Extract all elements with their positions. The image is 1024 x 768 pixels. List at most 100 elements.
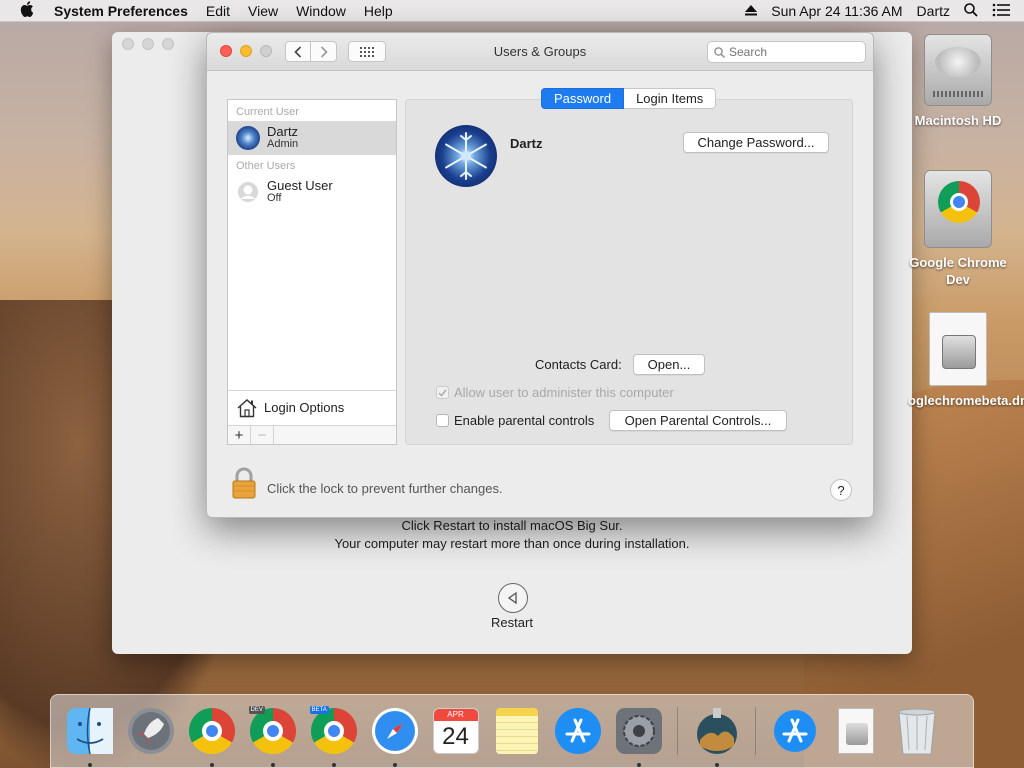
restart-label[interactable]: Restart [482, 615, 542, 630]
running-indicator [331, 763, 336, 767]
dock-safari[interactable] [368, 704, 422, 767]
chrome-icon [188, 708, 235, 754]
parental-controls-checkbox[interactable] [436, 414, 449, 427]
spotlight-search-icon[interactable] [964, 2, 978, 20]
dock-finder[interactable] [63, 704, 117, 767]
menu-window[interactable]: Window [296, 3, 346, 19]
allow-admin-row: Allow user to administer this computer [436, 385, 674, 400]
menu-bar: System Preferences Edit View Window Help… [0, 0, 1024, 22]
macos-installer-icon [696, 708, 737, 754]
beta-badge: BETA [309, 706, 329, 714]
parental-controls-row: Enable parental controls [436, 413, 594, 428]
eject-icon[interactable] [745, 3, 758, 19]
remove-user-button[interactable]: − [251, 426, 274, 444]
login-options-item[interactable]: Login Options [228, 390, 396, 424]
search-field[interactable] [707, 41, 866, 63]
install-minimize-button[interactable] [142, 38, 154, 50]
notification-center-icon[interactable] [992, 3, 1010, 20]
search-icon [714, 46, 725, 58]
tab-login-items[interactable]: Login Items [624, 88, 717, 109]
dock-separator [677, 707, 678, 755]
user-picture[interactable] [435, 125, 497, 187]
parental-controls-label: Enable parental controls [454, 413, 595, 428]
dock-chrome-beta[interactable]: BETA [307, 704, 361, 767]
menu-user-name[interactable]: Dartz [917, 3, 950, 19]
users-groups-window: Users & Groups Current User Dartz Admin … [206, 32, 874, 518]
lock-button[interactable] [231, 467, 257, 499]
user-list: Current User Dartz Admin Other Users Gue… [227, 99, 397, 445]
dock-disk-image[interactable] [829, 704, 883, 758]
allow-admin-checkbox[interactable] [436, 386, 449, 399]
dock: DEV BETA APR 24 [50, 694, 974, 768]
restart-button[interactable] [498, 583, 528, 613]
menu-edit[interactable]: Edit [206, 3, 230, 19]
disk-image-icon [837, 708, 874, 754]
user-name: Guest User [267, 178, 333, 193]
lock-icon [232, 467, 256, 499]
dock-separator [755, 707, 756, 755]
dock-calendar[interactable]: APR 24 [429, 704, 483, 758]
desktop-icon-chrome-beta-dmg[interactable]: oglechromebeta.dmg [908, 312, 1024, 409]
running-indicator [714, 763, 719, 767]
search-input[interactable] [729, 45, 849, 59]
user-row-guest[interactable]: Guest User Off [228, 175, 396, 209]
dock-launchpad[interactable] [124, 704, 178, 758]
desktop-icon-label: Macintosh HD [914, 113, 1002, 128]
trash-icon [897, 708, 936, 755]
open-parental-controls-button[interactable]: Open Parental Controls... [609, 410, 787, 431]
install-zoom-button[interactable] [162, 38, 174, 50]
menu-clock[interactable]: Sun Apr 24 11:36 AM [771, 3, 902, 19]
restart-arrow-icon [507, 591, 517, 605]
checkmark-icon [438, 389, 447, 397]
finder-icon [66, 707, 113, 755]
desktop-icon-chrome-dev[interactable]: Google Chrome Dev [908, 170, 1008, 288]
dock-chrome[interactable] [185, 704, 239, 767]
calendar-day: 24 [442, 723, 469, 750]
running-indicator [87, 763, 92, 767]
dock-notes[interactable] [490, 704, 544, 758]
running-indicator [270, 763, 275, 767]
dock-app-store-downloads[interactable] [768, 704, 822, 758]
install-message-line1: Click Restart to install macOS Big Sur. [401, 518, 623, 533]
dock-app-store[interactable] [551, 704, 605, 758]
guest-user-icon [236, 180, 260, 204]
install-close-button[interactable] [122, 38, 134, 50]
menu-app-name[interactable]: System Preferences [54, 3, 188, 19]
dock-install-big-sur[interactable] [690, 704, 744, 767]
add-remove-bar: + − [228, 425, 396, 444]
dock-system-preferences[interactable] [612, 704, 666, 767]
tab-password[interactable]: Password [541, 88, 625, 109]
hard-drive-icon [924, 34, 992, 106]
gear-icon [615, 708, 662, 754]
house-icon [237, 398, 257, 417]
calendar-month: APR [433, 709, 478, 721]
menu-bar-status-area: Sun Apr 24 11:36 AM Dartz [745, 0, 1024, 22]
install-window-traffic-lights [122, 38, 174, 50]
desktop-icon-macintosh-hd[interactable]: Macintosh HD [908, 34, 1008, 129]
user-row-dartz[interactable]: Dartz Admin [228, 121, 396, 155]
current-user-section-label: Current User [236, 106, 299, 118]
dock-chrome-dev[interactable]: DEV [246, 704, 300, 767]
window-titlebar: Users & Groups [207, 33, 873, 71]
user-avatar [236, 126, 260, 150]
change-password-button[interactable]: Change Password... [683, 132, 829, 153]
selected-user-name: Dartz [510, 136, 543, 151]
apple-menu-icon[interactable] [20, 0, 38, 21]
app-store-icon [554, 708, 601, 754]
desktop-icon-label: Google Chrome Dev [909, 255, 1007, 287]
dock-trash[interactable] [890, 704, 944, 758]
help-button[interactable]: ? [830, 479, 852, 501]
menu-view[interactable]: View [248, 3, 278, 19]
menu-help[interactable]: Help [364, 3, 393, 19]
app-store-folder-icon [773, 710, 816, 752]
chrome-dev-volume-icon [924, 170, 992, 248]
contacts-open-button[interactable]: Open... [633, 354, 705, 375]
desktop-icon-label: oglechromebeta.dmg [908, 393, 1024, 408]
calendar-icon: APR 24 [432, 708, 479, 754]
login-options-label: Login Options [264, 400, 345, 415]
allow-admin-label: Allow user to administer this computer [454, 385, 674, 400]
dmg-file-icon [929, 312, 987, 386]
tab-bar: Password Login Items [541, 88, 717, 109]
add-user-button[interactable]: + [228, 426, 251, 444]
running-indicator [209, 763, 214, 767]
